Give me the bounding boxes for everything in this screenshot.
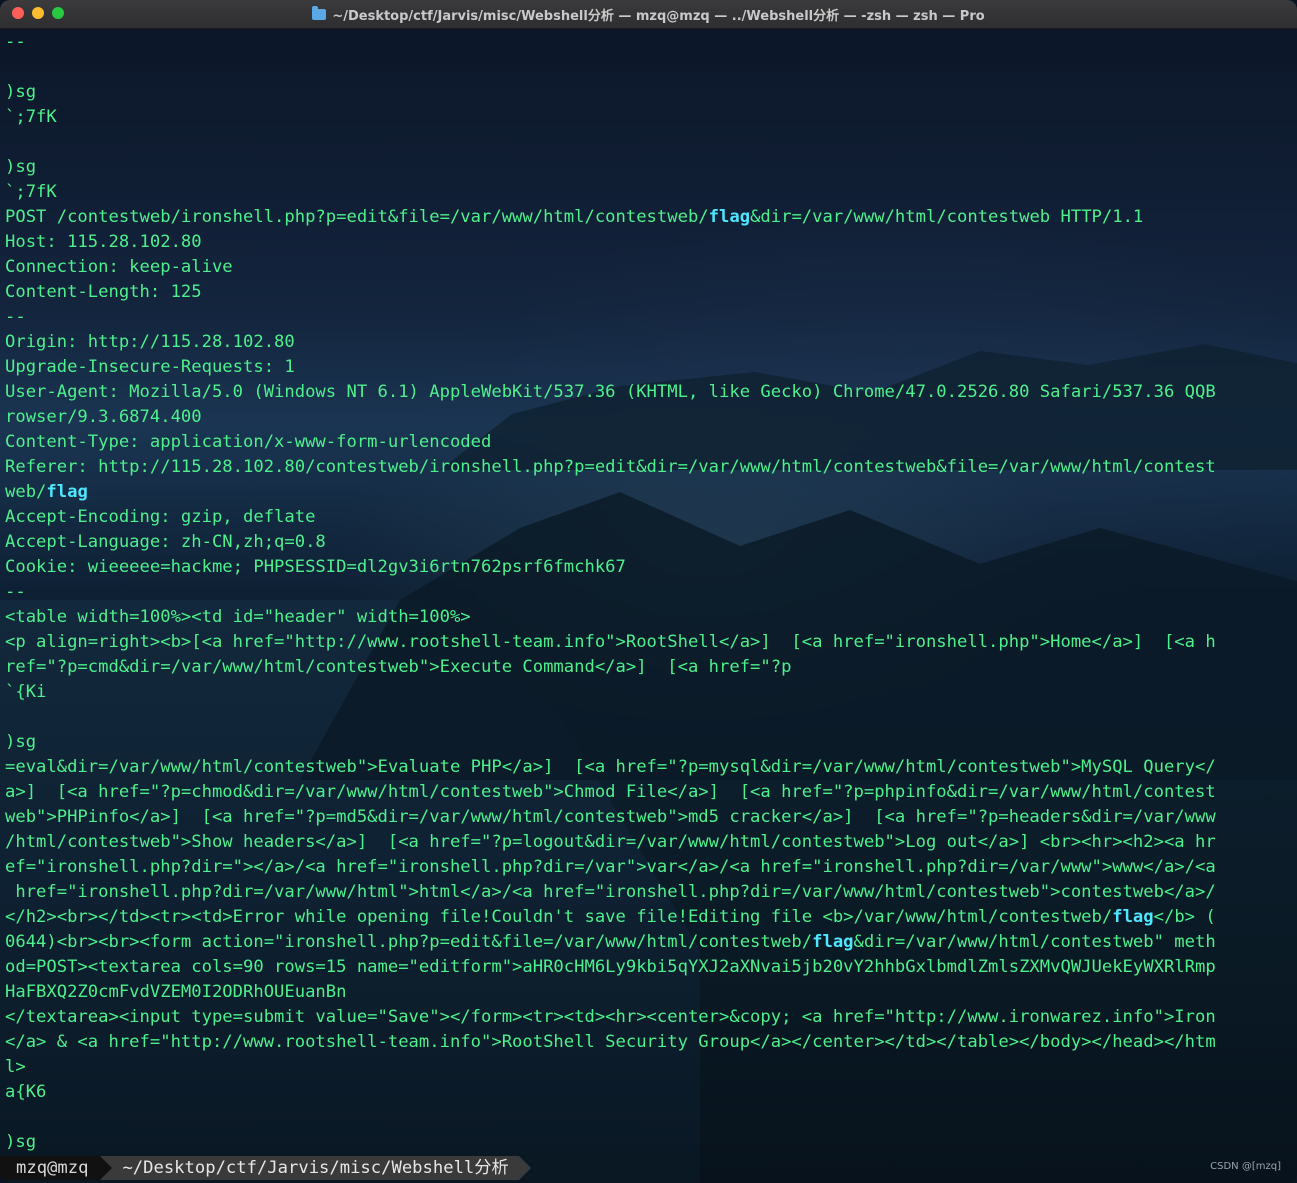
- terminal-line: a>] [<a href="?p=chmod&dir=/var/www/html…: [5, 782, 1216, 802]
- maximize-button[interactable]: [52, 7, 64, 19]
- terminal-line: --: [5, 582, 26, 602]
- prompt-separator-arrow: [100, 1156, 113, 1180]
- window-title: ~/Desktop/ctf/Jarvis/misc/Webshell分析 — m…: [332, 8, 985, 24]
- terminal-line: )sg: [5, 732, 37, 752]
- prompt-end-arrow: [518, 1156, 531, 1180]
- terminal-line: `;7fK: [5, 182, 57, 202]
- title-bar[interactable]: ~/Desktop/ctf/Jarvis/misc/Webshell分析 — m…: [0, 0, 1297, 29]
- terminal-line: a{K6: [5, 1082, 47, 1102]
- terminal-line: `{Ki: [5, 682, 47, 702]
- terminal-window: ~/Desktop/ctf/Jarvis/misc/Webshell分析 — m…: [0, 0, 1297, 1183]
- terminal-output[interactable]: -- )sg `;7fK )sg `;7fK POST /contestweb/iro…: [5, 30, 1295, 1155]
- terminal-line: POST /contestweb/ironshell.php?p=edit&fi…: [5, 207, 1144, 227]
- prompt-path: ~/Desktop/ctf/Jarvis/misc/Webshell分析: [100, 1156, 519, 1180]
- terminal-line: User-Agent: Mozilla/5.0 (Windows NT 6.1)…: [5, 382, 1216, 402]
- terminal-line: Connection: keep-alive: [5, 257, 233, 277]
- terminal-line: <table width=100%><td id="header" width=…: [5, 607, 471, 627]
- terminal-line: href="ironshell.php?dir=/var/www/html">h…: [5, 882, 1216, 902]
- window-controls: [12, 7, 64, 19]
- terminal-line: od=POST><textarea cols=90 rows=15 name="…: [5, 957, 1216, 977]
- watermark: CSDN @[mzq]: [1210, 1161, 1281, 1172]
- terminal-line: Upgrade-Insecure-Requests: 1: [5, 357, 295, 377]
- terminal-line: Content-Type: application/x-www-form-url…: [5, 432, 492, 452]
- terminal-line: </h2><br></td><tr><td>Error while openin…: [5, 907, 1216, 927]
- terminal-line: Host: 115.28.102.80: [5, 232, 202, 252]
- terminal-line: --: [5, 32, 26, 52]
- minimize-button[interactable]: [32, 7, 44, 19]
- highlighted-match: flag: [708, 207, 751, 227]
- terminal-line: rowser/9.3.6874.400: [5, 407, 202, 427]
- terminal-line: ref="?p=cmd&dir=/var/www/html/contestweb…: [5, 657, 792, 677]
- shell-prompt: mzq@mzq ~/Desktop/ctf/Jarvis/misc/Webshe…: [0, 1156, 531, 1180]
- terminal-line: Content-Length: 125: [5, 282, 202, 302]
- terminal-line: ef="ironshell.php?dir="></a>/<a href="ir…: [5, 857, 1216, 877]
- terminal-line: Cookie: wieeeee=hackme; PHPSESSID=dl2gv3…: [5, 557, 626, 577]
- terminal-line: Referer: http://115.28.102.80/contestweb…: [5, 457, 1216, 477]
- terminal-line: =eval&dir=/var/www/html/contestweb">Eval…: [5, 757, 1216, 777]
- terminal-line: l>: [5, 1057, 26, 1077]
- terminal-line: Origin: http://115.28.102.80: [5, 332, 295, 352]
- highlighted-match: flag: [812, 932, 854, 952]
- highlighted-match: flag: [46, 482, 88, 502]
- terminal-line: )sg: [5, 82, 37, 102]
- terminal-line: </a> & <a href="http://www.rootshell-tea…: [5, 1032, 1216, 1052]
- prompt-user: mzq@mzq: [0, 1156, 101, 1180]
- close-button[interactable]: [12, 7, 24, 19]
- terminal-line: 0644)<br><br><form action="ironshell.php…: [5, 932, 1216, 952]
- terminal-line: HaFBXQ2Z0cmFvdVZEM0I2ODRhOUEuanBn: [5, 982, 347, 1002]
- terminal-line: --: [5, 307, 26, 327]
- prompt-path-text: ~/Desktop/ctf/Jarvis/misc/Webshell分析: [122, 1158, 509, 1178]
- terminal-line: )sg: [5, 1132, 37, 1152]
- terminal-line: web/flag: [5, 482, 88, 502]
- terminal-line: Accept-Language: zh-CN,zh;q=0.8: [5, 532, 326, 552]
- terminal-line: </textarea><input type=submit value="Sav…: [5, 1007, 1216, 1027]
- terminal-line: `;7fK: [5, 107, 57, 127]
- terminal-line: /html/contestweb">Show headers</a>] [<a …: [5, 832, 1216, 852]
- terminal-line: )sg: [5, 157, 37, 177]
- terminal-line: <p align=right><b>[<a href="http://www.r…: [5, 632, 1216, 652]
- window-title-group: ~/Desktop/ctf/Jarvis/misc/Webshell分析 — m…: [312, 5, 985, 24]
- terminal-line: web">PHPinfo</a>] [<a href="?p=md5&dir=/…: [5, 807, 1216, 827]
- folder-icon: [312, 5, 327, 20]
- terminal-line: Accept-Encoding: gzip, deflate: [5, 507, 316, 527]
- highlighted-match: flag: [1112, 907, 1154, 927]
